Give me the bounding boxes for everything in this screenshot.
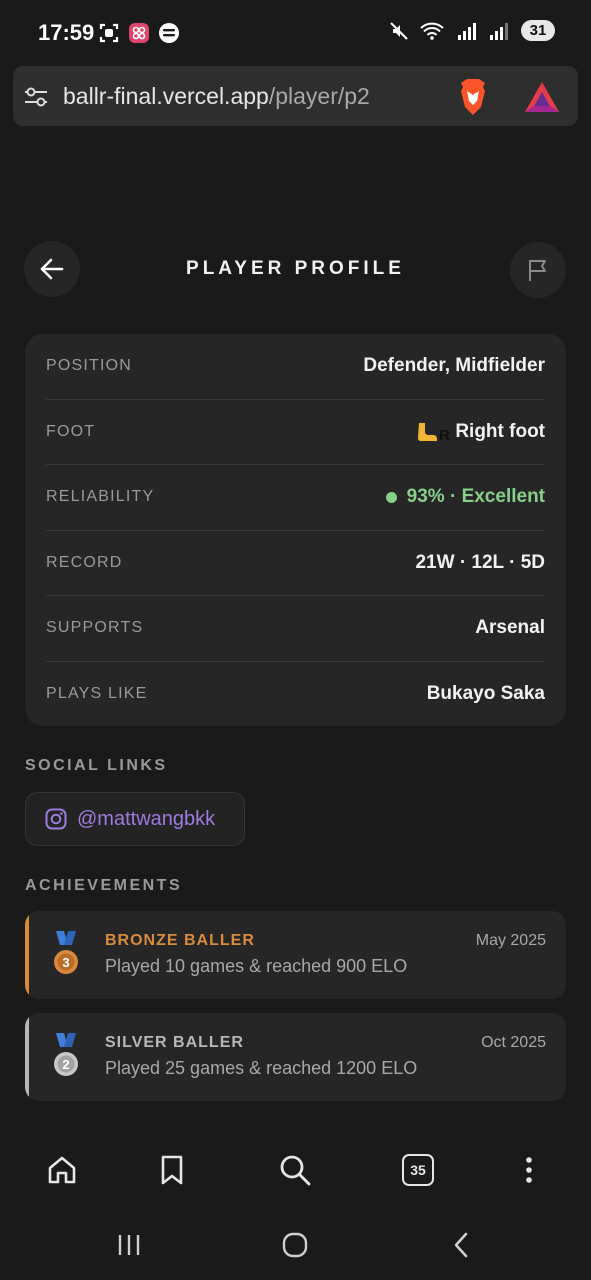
chat-app-icon <box>159 23 179 43</box>
signal-icon <box>458 22 476 40</box>
home-icon <box>48 1156 76 1184</box>
instagram-icon <box>45 808 67 830</box>
signal-2-icon <box>490 22 508 40</box>
bookmarks-button[interactable] <box>150 1148 194 1192</box>
info-row-supports: SUPPORTS Arsenal <box>46 596 545 662</box>
browser-url-bar[interactable]: ballr-final.vercel.app/player/p2 <box>13 66 578 126</box>
achievement-accent-bar <box>25 1013 29 1101</box>
achievement-title: SILVER BALLER <box>105 1034 244 1051</box>
info-value-foot: R Right foot <box>415 421 545 443</box>
status-time: 17:59 <box>38 20 95 45</box>
site-settings-icon[interactable] <box>23 84 49 110</box>
app-notification-icon <box>129 23 149 43</box>
battery-level: 31 <box>521 20 555 41</box>
instagram-link[interactable]: @mattwangbkk <box>25 792 245 846</box>
achievement-description: Played 10 games & reached 900 ELO <box>105 956 408 976</box>
achievements-title: ACHIEVEMENTS <box>25 877 183 894</box>
foot-icon: R <box>418 422 449 443</box>
achievement-date: May 2025 <box>475 932 546 949</box>
status-bar: 17:59 31 <box>0 0 591 66</box>
url-path: /player/p2 <box>268 83 370 109</box>
recent-apps-button[interactable] <box>107 1225 151 1265</box>
info-row-plays-like: PLAYS LIKE Bukayo Saka <box>46 662 545 728</box>
instagram-handle: @mattwangbkk <box>77 807 216 830</box>
social-links-title: SOCIAL LINKS <box>25 757 168 774</box>
medal-number: 2 <box>62 1057 69 1072</box>
reliability-value: 93% · Excellent <box>406 486 545 508</box>
info-row-foot: FOOT R Right foot <box>46 400 545 465</box>
report-button[interactable] <box>510 242 566 298</box>
home-system-button[interactable] <box>273 1225 317 1265</box>
url-domain: ballr-final.vercel.app <box>63 83 269 109</box>
tab-count: 35 <box>402 1154 434 1186</box>
info-value: Bukayo Saka <box>426 683 545 705</box>
tabs-button[interactable]: 35 <box>396 1148 440 1192</box>
browser-bottom-toolbar: 35 <box>0 1140 591 1202</box>
recent-apps-icon <box>118 1235 140 1255</box>
page-title: PLAYER PROFILE <box>186 258 405 279</box>
achievement-date: Oct 2025 <box>481 1034 546 1051</box>
menu-button[interactable] <box>507 1148 551 1192</box>
system-back-button[interactable] <box>439 1225 483 1265</box>
brave-shields-icon[interactable] <box>455 77 491 117</box>
brave-rewards-icon[interactable] <box>523 80 561 114</box>
status-dot <box>385 491 397 503</box>
status-notification-icons <box>98 22 180 44</box>
status-system-icons: 31 <box>389 20 555 41</box>
info-label: RECORD <box>46 553 123 571</box>
achievement-card-silver: 2 SILVER BALLER Played 25 games & reache… <box>25 1013 566 1101</box>
bronze-medal-icon: 3 <box>54 931 78 974</box>
bookmark-icon <box>161 1155 183 1185</box>
info-label: RELIABILITY <box>46 488 155 506</box>
home-circle-icon <box>282 1232 308 1258</box>
chevron-left-icon <box>454 1232 468 1258</box>
achievement-accent-bar <box>25 911 29 999</box>
mute-icon <box>390 21 408 40</box>
medal-number: 3 <box>62 955 69 970</box>
foot-value: Right foot <box>455 420 545 442</box>
info-row-reliability: RELIABILITY 93% · Excellent <box>46 465 545 531</box>
info-value: Defender, Midfielder <box>363 355 545 377</box>
flag-icon <box>529 260 546 281</box>
wifi-icon <box>420 22 444 40</box>
achievement-card-bronze: 3 BRONZE BALLER Played 10 games & reache… <box>25 911 566 999</box>
svg-text:R: R <box>439 427 449 443</box>
screenshot-icon <box>99 23 119 43</box>
info-row-position: POSITION Defender, Midfielder <box>46 334 545 400</box>
info-label: SUPPORTS <box>46 619 144 637</box>
info-value: 21W · 12L · 5D <box>415 551 545 573</box>
achievement-description: Played 25 games & reached 1200 ELO <box>105 1058 418 1078</box>
info-value-reliability: 93% · Excellent <box>385 486 545 508</box>
info-label: FOOT <box>46 422 96 440</box>
more-vertical-icon <box>526 1157 532 1183</box>
silver-medal-icon: 2 <box>54 1033 78 1076</box>
home-button[interactable] <box>40 1148 84 1192</box>
info-value: Arsenal <box>475 617 545 639</box>
url-text[interactable]: ballr-final.vercel.app/player/p2 <box>63 83 370 110</box>
info-label: POSITION <box>46 357 133 375</box>
search-icon <box>280 1155 311 1186</box>
achievement-title: BRONZE BALLER <box>105 932 255 949</box>
system-navigation-bar <box>0 1215 591 1275</box>
player-info-card: POSITION Defender, Midfielder FOOT R Rig… <box>25 334 566 726</box>
search-button[interactable] <box>273 1148 317 1192</box>
info-label: PLAYS LIKE <box>46 685 148 703</box>
info-row-record: RECORD 21W · 12L · 5D <box>46 531 545 596</box>
